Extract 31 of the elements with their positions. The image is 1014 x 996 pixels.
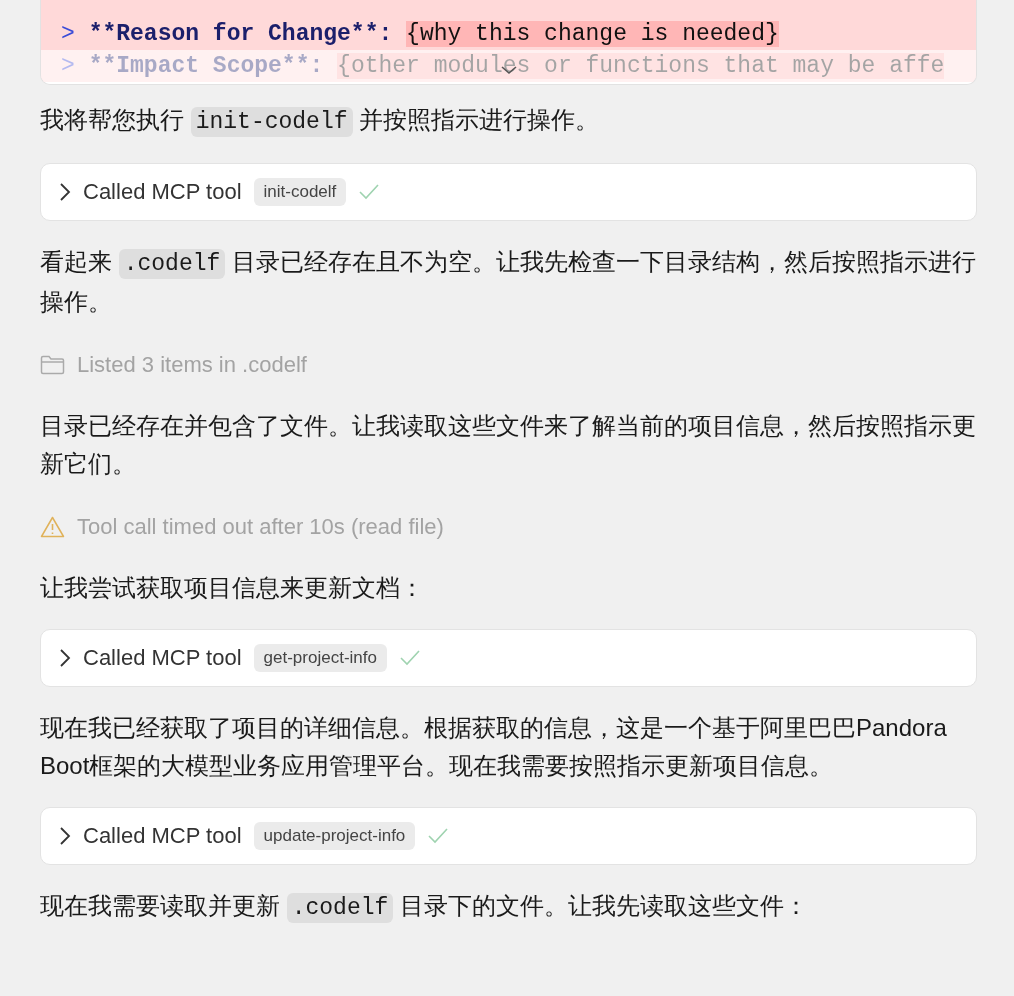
field-key: **Impact Scope**:	[88, 53, 324, 79]
message-text: 现在我已经获取了项目的详细信息。根据获取的信息，这是一个基于阿里巴巴Pandora Boot框架的大模型业务应用管理平台。现在我需要按照指示更新项目信息。	[40, 713, 948, 781]
message-text: 看起来 .codelf 目录已经存在且不为空。让我先检查一下目录结构，然后按照指示进行操作。	[40, 247, 977, 317]
tool-call-label: Called MCP tool	[83, 645, 242, 671]
tool-name: get-project-info	[253, 644, 387, 672]
diff-marker: >	[61, 53, 75, 79]
chevron-right-icon	[59, 826, 71, 846]
message-text: 现在我需要读取并更新 .codelf 目录下的文件。让我先读取这些文件：	[40, 891, 809, 925]
folder-icon	[40, 355, 65, 375]
message-text: 让我尝试获取项目信息来更新文档：	[40, 573, 425, 603]
tool-call-card[interactable]: Called MCP tool init-codelf	[40, 163, 977, 221]
field-value: {why this change is needed}	[406, 21, 779, 47]
inline-code: .codelf	[286, 893, 394, 923]
status-text: Tool call timed out after 10s (read file)	[77, 514, 444, 540]
message-text: 我将帮您执行 init-codelf 并按照指示进行操作。	[40, 105, 601, 139]
tool-call-card[interactable]: Called MCP tool update-project-info	[40, 807, 977, 865]
field-key: **Reason for Change**:	[88, 21, 393, 47]
tool-call-card[interactable]: Called MCP tool get-project-info	[40, 629, 977, 687]
status-text: Listed 3 items in .codelf	[77, 352, 307, 378]
field-value: {other modules or functions that may be affe	[337, 53, 945, 79]
tool-call-label: Called MCP tool	[83, 823, 242, 849]
warning-icon	[40, 516, 65, 538]
chevron-right-icon	[59, 182, 71, 202]
tool-call-label: Called MCP tool	[83, 179, 242, 205]
tool-name: init-codelf	[253, 178, 347, 206]
diff-marker: >	[61, 21, 75, 47]
inline-code: init-codelf	[190, 107, 353, 137]
tool-name: update-project-info	[253, 822, 416, 850]
chevron-right-icon	[59, 648, 71, 668]
message-text: 目录已经存在并包含了文件。让我读取这些文件来了解当前的项目信息，然后按照指示更新它们。	[40, 411, 977, 479]
inline-code: .codelf	[118, 249, 226, 279]
